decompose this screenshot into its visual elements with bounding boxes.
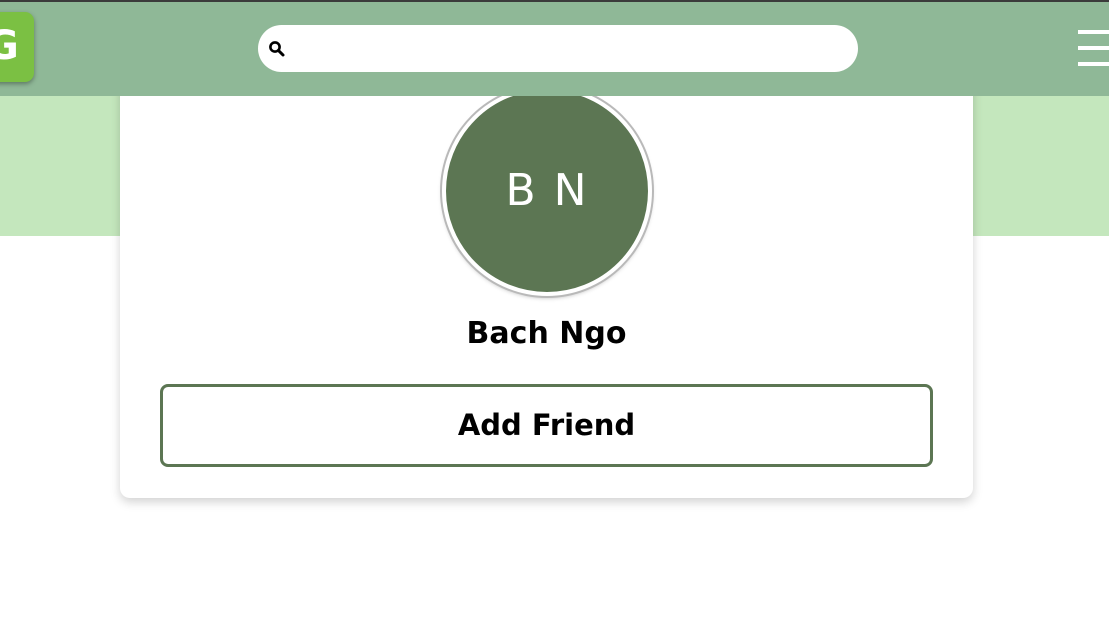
add-friend-button[interactable]: Add Friend [160, 384, 933, 467]
profile-page: G B N Bach Ngo Add Friend [0, 0, 1109, 626]
profile-name: Bach Ngo [466, 316, 627, 351]
menu-bar-middle [1078, 46, 1109, 50]
search-input[interactable] [296, 25, 844, 72]
top-navbar: G [0, 2, 1109, 96]
hamburger-menu-icon[interactable] [1078, 30, 1109, 68]
avatar-initials: B N [505, 165, 589, 216]
search-icon [269, 41, 285, 57]
search-bar[interactable] [258, 25, 858, 72]
avatar: B N [442, 86, 652, 296]
logo-letter: G [0, 23, 19, 69]
profile-card: B N Bach Ngo Add Friend [120, 40, 973, 498]
window-top-border [0, 0, 1109, 2]
menu-bar-bottom [1078, 62, 1109, 66]
menu-bar-top [1078, 30, 1109, 34]
app-logo[interactable]: G [0, 12, 34, 82]
